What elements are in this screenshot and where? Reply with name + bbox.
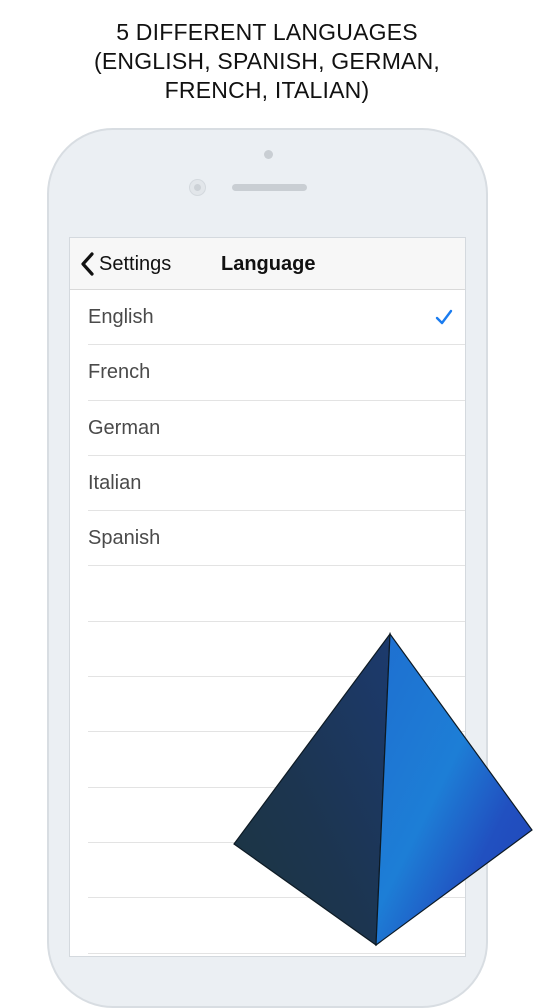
pyramid-logo bbox=[233, 632, 533, 947]
pyramid-left-face bbox=[233, 632, 391, 947]
language-label: Italian bbox=[88, 471, 142, 494]
language-row-french[interactable]: French bbox=[88, 345, 465, 401]
headline-line-3: FRENCH, ITALIAN) bbox=[164, 77, 370, 103]
front-camera bbox=[189, 179, 206, 196]
checkmark-icon bbox=[435, 309, 453, 330]
language-label: English bbox=[88, 306, 154, 328]
language-row-spanish[interactable]: Spanish bbox=[88, 511, 465, 567]
language-row-german[interactable]: German bbox=[88, 401, 465, 456]
language-row-english[interactable]: English bbox=[88, 290, 465, 346]
page-title: Language bbox=[221, 253, 316, 275]
back-button-label: Settings bbox=[99, 252, 172, 275]
language-label: German bbox=[88, 416, 161, 439]
empty-row bbox=[88, 566, 465, 622]
headline-line-1: 5 DIFFERENT LANGUAGES bbox=[116, 19, 418, 45]
camera-dot bbox=[264, 150, 273, 159]
language-label: French bbox=[88, 361, 151, 384]
promo-headline: 5 DIFFERENT LANGUAGES (ENGLISH, SPANISH,… bbox=[0, 18, 534, 105]
navigation-bar: Settings Language bbox=[70, 238, 465, 290]
earpiece-speaker bbox=[232, 184, 307, 191]
back-button[interactable]: Settings bbox=[80, 238, 171, 290]
pyramid-right-face bbox=[375, 632, 533, 947]
language-label: Spanish bbox=[88, 527, 161, 550]
headline-line-2: (ENGLISH, SPANISH, GERMAN, bbox=[94, 48, 440, 74]
language-row-italian[interactable]: Italian bbox=[88, 456, 465, 512]
chevron-left-icon bbox=[80, 252, 94, 276]
